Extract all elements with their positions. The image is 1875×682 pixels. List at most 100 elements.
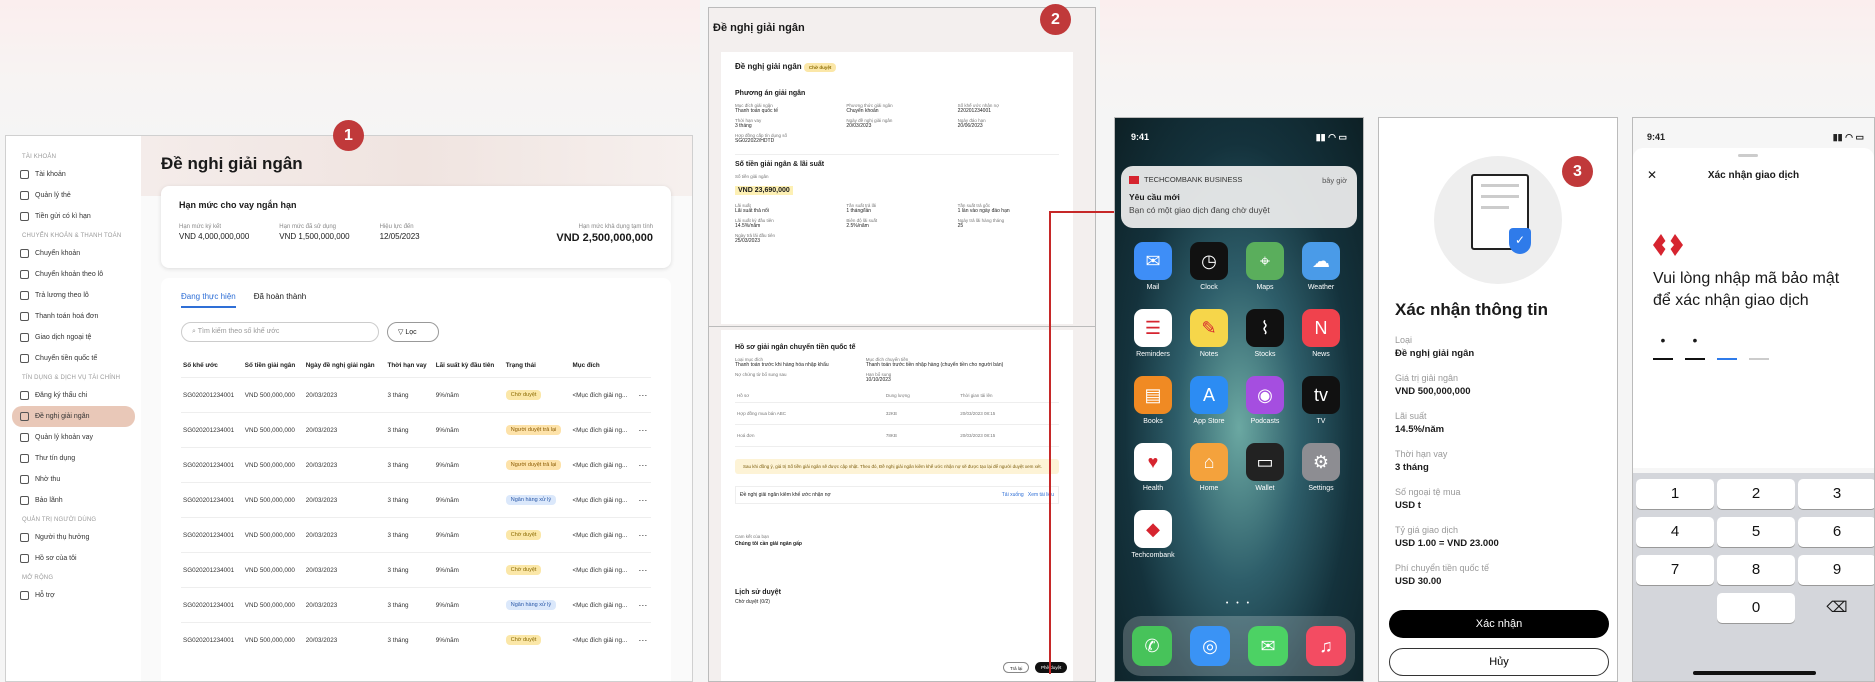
keypad-key[interactable]: 9 bbox=[1798, 555, 1874, 585]
column-header[interactable]: Số khế ước bbox=[181, 356, 243, 378]
tab-in-progress[interactable]: Đang thực hiện bbox=[181, 292, 236, 308]
cell-amt: VND 500,000,000 bbox=[242, 587, 304, 623]
keypad-key[interactable]: 3 bbox=[1798, 479, 1874, 509]
detail-field: Mục đích chuyển tiền Thanh toán trước tiề… bbox=[866, 357, 1059, 368]
sidebar-item[interactable]: Chuyển khoản theo lô bbox=[6, 264, 141, 285]
more-options-icon[interactable]: ⋯ bbox=[638, 565, 647, 575]
keypad-key[interactable]: 7 bbox=[1636, 555, 1714, 585]
app-stocks[interactable]: ⌇ Stocks bbox=[1237, 309, 1293, 358]
app-weather[interactable]: ☁ Weather bbox=[1293, 242, 1349, 291]
app-home[interactable]: ⌂ Home bbox=[1181, 443, 1237, 492]
cell-status: Chờ duyệt bbox=[503, 377, 571, 413]
app-health[interactable]: ♥ Health bbox=[1125, 443, 1181, 492]
sidebar-item[interactable]: Bảo lãnh bbox=[6, 490, 141, 511]
table-row[interactable]: SG020201234001 VND 500,000,000 20/03/2023 3… bbox=[181, 517, 651, 553]
app-tv[interactable]: tv TV bbox=[1293, 376, 1349, 425]
keypad-key[interactable]: 0 bbox=[1717, 593, 1795, 623]
pin-slot-3[interactable] bbox=[1717, 358, 1737, 360]
more-options-icon[interactable]: ⋯ bbox=[638, 425, 647, 435]
table-row[interactable]: SG020201234001 VND 500,000,000 20/03/2023 3… bbox=[181, 587, 651, 623]
column-header[interactable]: Mục đích bbox=[570, 356, 636, 378]
app-mail[interactable]: ✉ Mail bbox=[1125, 242, 1181, 291]
table-row[interactable]: SG020201234001 VND 500,000,000 20/03/2023 3… bbox=[181, 552, 651, 588]
sidebar-item[interactable]: Tiền gửi có kì hạn bbox=[6, 206, 141, 227]
download-link[interactable]: Tải xuống bbox=[1002, 492, 1024, 498]
confirm-field-label: Giá trị giải ngân bbox=[1395, 373, 1459, 383]
table-row[interactable]: SG020201234001 VND 500,000,000 20/03/2023 3… bbox=[181, 447, 651, 483]
cancel-button[interactable]: Hủy bbox=[1389, 648, 1609, 676]
sidebar-item[interactable]: Chuyển tiền quốc tế bbox=[6, 348, 141, 369]
sidebar-item[interactable]: Thư tín dụng bbox=[6, 448, 141, 469]
column-header[interactable]: Số tiền giải ngân bbox=[243, 356, 304, 378]
sidebar-item[interactable]: Hồ sơ của tôi bbox=[6, 548, 141, 569]
phone-icon[interactable]: ✆ bbox=[1132, 626, 1172, 666]
messages-icon[interactable]: ✉ bbox=[1248, 626, 1288, 666]
app-books[interactable]: ▤ Books bbox=[1125, 376, 1181, 425]
push-notification[interactable]: TECHCOMBANK BUSINESS bây giờ Yêu cầu mới… bbox=[1121, 166, 1357, 228]
document-row[interactable]: Hoá đơn 78KB 20/03/2023 08:15 bbox=[735, 425, 1059, 447]
home-icon: ⌂ bbox=[1190, 443, 1228, 481]
more-options-icon[interactable]: ⋯ bbox=[638, 460, 647, 470]
sidebar-item[interactable]: Người thụ hưởng bbox=[6, 527, 141, 548]
search-input[interactable]: ⌕ Tìm kiếm theo số khế ước bbox=[181, 322, 379, 342]
more-options-icon[interactable]: ⋯ bbox=[638, 635, 647, 645]
keypad-key[interactable]: 6 bbox=[1798, 517, 1874, 547]
column-header[interactable]: Ngày đề nghị giải ngân bbox=[304, 356, 386, 378]
sidebar-item[interactable]: Đề nghị giải ngân bbox=[12, 406, 135, 427]
sidebar-item-label: Đề nghị giải ngân bbox=[35, 413, 90, 420]
sidebar-item[interactable]: Tài khoản bbox=[6, 164, 141, 185]
backspace-icon[interactable]: ⌫ bbox=[1798, 593, 1874, 623]
tab-completed[interactable]: Đã hoàn thành bbox=[254, 292, 307, 308]
filter-button[interactable]: ▽ Lọc bbox=[387, 322, 439, 342]
keypad-key[interactable]: 1 bbox=[1636, 479, 1714, 509]
column-header[interactable]: Lãi suất kỳ đầu tiên bbox=[434, 356, 504, 378]
confirm-button[interactable]: Xác nhận bbox=[1389, 610, 1609, 638]
sidebar-item[interactable]: Quản lý thẻ bbox=[6, 185, 141, 206]
app-app-store[interactable]: A App Store bbox=[1181, 376, 1237, 425]
keypad-key[interactable]: 8 bbox=[1717, 555, 1795, 585]
app-wallet[interactable]: ▭ Wallet bbox=[1237, 443, 1293, 492]
approve-button[interactable]: Phê duyệt bbox=[1035, 662, 1068, 673]
keypad-key[interactable]: 4 bbox=[1636, 517, 1714, 547]
app-settings[interactable]: ⚙ Settings bbox=[1293, 443, 1349, 492]
sidebar-item[interactable]: Chuyển khoản bbox=[6, 243, 141, 264]
more-options-icon[interactable]: ⋯ bbox=[638, 390, 647, 400]
cell-rate: 9%/năm bbox=[433, 377, 504, 413]
app-news[interactable]: N News bbox=[1293, 309, 1349, 358]
sidebar-item[interactable]: Trả lương theo lô bbox=[6, 285, 141, 306]
more-options-icon[interactable]: ⋯ bbox=[638, 600, 647, 610]
app-maps[interactable]: ⌖ Maps bbox=[1237, 242, 1293, 291]
document-row[interactable]: Hợp đồng mua bán ABC 32KB 20/03/2023 08:15 bbox=[735, 403, 1059, 425]
sidebar-item[interactable]: Đăng ký thấu chi bbox=[6, 385, 141, 406]
sidebar-item[interactable]: Hỗ trợ bbox=[6, 585, 141, 606]
app-techcombank[interactable]: ◆ Techcombank bbox=[1125, 510, 1181, 559]
keypad-key[interactable]: 2 bbox=[1717, 479, 1795, 509]
table-row[interactable]: SG020201234001 VND 500,000,000 20/03/2023 3… bbox=[181, 622, 651, 658]
table-row[interactable]: SG020201234001 VND 500,000,000 20/03/2023 3… bbox=[181, 377, 651, 413]
column-header[interactable]: Trạng thái bbox=[504, 356, 571, 378]
keypad-key[interactable]: 5 bbox=[1717, 517, 1795, 547]
return-button[interactable]: Trả lại bbox=[1003, 662, 1030, 673]
sidebar-item[interactable]: Nhờ thu bbox=[6, 469, 141, 490]
more-options-icon[interactable]: ⋯ bbox=[638, 495, 647, 505]
app-reminders[interactable]: ☰ Reminders bbox=[1125, 309, 1181, 358]
table-row[interactable]: SG020201234001 VND 500,000,000 20/03/2023 3… bbox=[181, 412, 651, 448]
disbursement-list-card: Đang thực hiện Đã hoàn thành ⌕ Tìm kiếm … bbox=[161, 278, 671, 681]
sidebar-item[interactable]: Quản lý khoản vay bbox=[6, 427, 141, 448]
health-icon: ♥ bbox=[1134, 443, 1172, 481]
sidebar-item[interactable]: Thanh toán hoá đơn bbox=[6, 306, 141, 327]
app-notes[interactable]: ✎ Notes bbox=[1181, 309, 1237, 358]
iphone-home-screen: 9:41 ▮▮ ◠ ▭ TECHCOMBANK BUSINESS bây giờ … bbox=[1114, 117, 1364, 682]
more-options-icon[interactable]: ⋯ bbox=[638, 530, 647, 540]
app-podcasts[interactable]: ◉ Podcasts bbox=[1237, 376, 1293, 425]
safari-icon[interactable]: ◎ bbox=[1190, 626, 1230, 666]
music-icon[interactable]: ♫ bbox=[1306, 626, 1346, 666]
table-row[interactable]: SG020201234001 VND 500,000,000 20/03/2023 3… bbox=[181, 482, 651, 518]
cell-status: Người duyệt trả lại bbox=[503, 447, 571, 483]
app-clock[interactable]: ◷ Clock bbox=[1181, 242, 1237, 291]
amount-value: VND 23,690,000 bbox=[735, 186, 793, 195]
status-bar-light: 9:41 ▮▮ ◠ ▭ bbox=[1647, 132, 1864, 142]
column-header[interactable]: Thời hạn vay bbox=[385, 356, 433, 378]
sidebar-item[interactable]: Giao dịch ngoại tệ bbox=[6, 327, 141, 348]
cell-term: 3 tháng bbox=[385, 447, 434, 483]
